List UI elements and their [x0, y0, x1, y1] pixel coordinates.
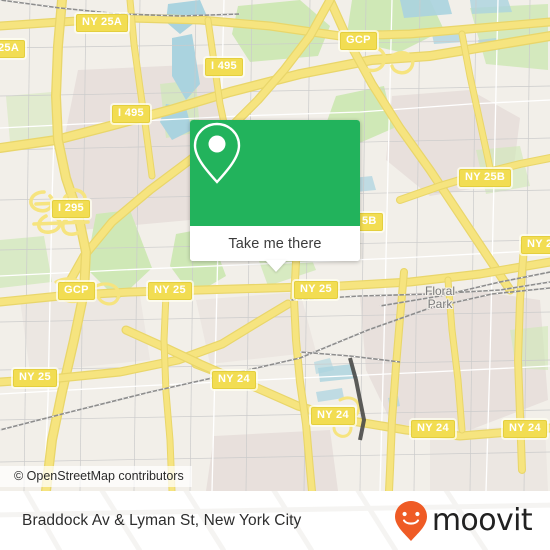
- road-shield: NY 25: [521, 236, 550, 254]
- road-shield: NY 25B: [459, 169, 512, 187]
- moovit-logo[interactable]: moovit: [394, 491, 533, 550]
- osm-attribution[interactable]: © OpenStreetMap contributors: [0, 466, 192, 487]
- road-shield: NY 24: [503, 420, 547, 438]
- location-address: Braddock Av & Lyman St, New York City: [22, 511, 302, 529]
- road-shield: 5B: [356, 213, 383, 231]
- take-me-there-button[interactable]: Take me there: [190, 226, 360, 261]
- moovit-pin-icon: [394, 500, 427, 541]
- road-shield: NY 24: [411, 420, 455, 438]
- road-shield: GCP: [58, 282, 95, 300]
- road-shield: NY 25: [294, 281, 338, 299]
- footer-bar: Braddock Av & Lyman St, New York City mo…: [0, 491, 550, 550]
- road-shield: NY 25: [148, 282, 192, 300]
- popup-pin-area: [190, 120, 360, 226]
- road-shield: NY 25: [13, 369, 57, 387]
- road-shield: GCP: [340, 32, 377, 50]
- road-shield: I 495: [112, 105, 150, 123]
- take-me-there-label: Take me there: [228, 235, 322, 252]
- destination-popup-card[interactable]: Take me there: [190, 120, 360, 261]
- road-shield: 25A: [0, 40, 26, 58]
- map-canvas[interactable]: .rd { stroke:#f6e47f; stroke-linecap:rou…: [0, 0, 550, 491]
- road-shield: NY 25A: [76, 14, 129, 32]
- moovit-map-screenshot: .rd { stroke:#f6e47f; stroke-linecap:rou…: [0, 0, 550, 550]
- road-shield: I 295: [52, 200, 90, 218]
- map-pin-icon: [193, 122, 241, 184]
- road-shield: NY 24: [311, 407, 355, 425]
- road-shield: I 495: [205, 58, 243, 76]
- road-shield: NY 24: [212, 371, 256, 389]
- place-label: Floral Park: [424, 284, 455, 311]
- moovit-wordmark: moovit: [431, 502, 533, 538]
- popup-tail: [265, 260, 287, 272]
